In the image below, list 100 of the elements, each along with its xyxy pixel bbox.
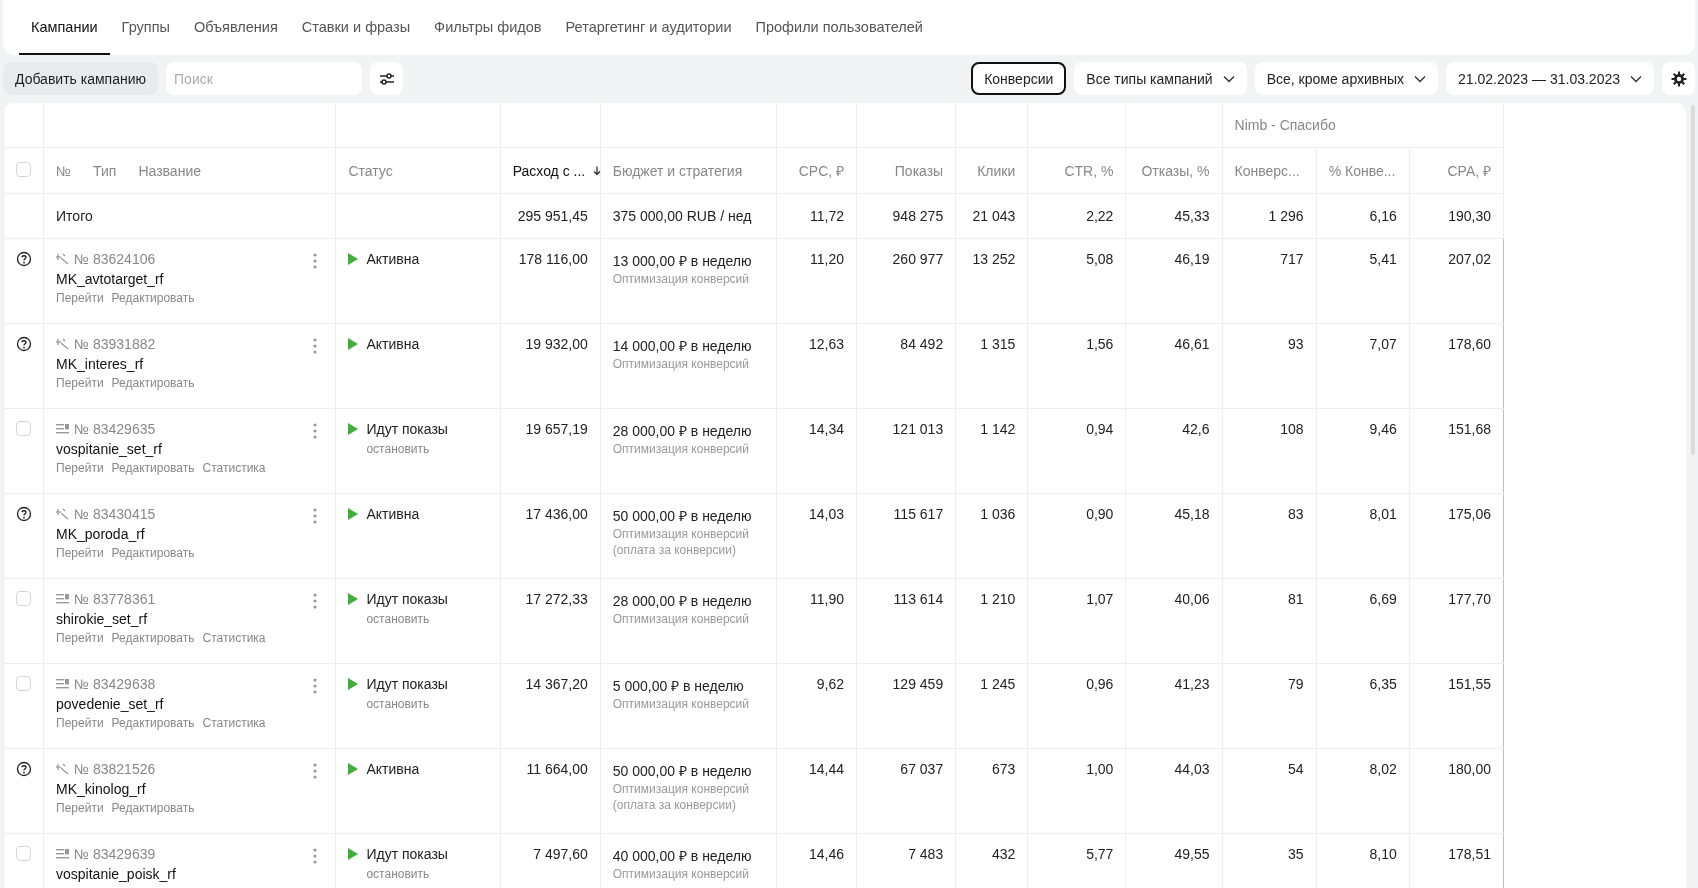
action-link[interactable]: Редактировать [111, 801, 195, 815]
campaign-name[interactable]: MK_avtotarget_rf [56, 271, 324, 287]
tab[interactable]: Ставки и фразы [289, 0, 423, 55]
table-cell: 14,34 [776, 408, 857, 494]
action-link[interactable]: Перейти [56, 376, 104, 390]
help-icon[interactable] [16, 506, 32, 522]
action-link[interactable]: Редактировать [111, 376, 195, 390]
campaign-name[interactable]: MK_interes_rf [56, 356, 324, 372]
campaign-name[interactable]: vospitanie_poisk_rf [56, 866, 324, 882]
tab[interactable]: Фильтры фидов [422, 0, 554, 55]
campaign-name[interactable]: vospitanie_set_rf [56, 441, 324, 457]
conversions-button[interactable]: Конверсии [971, 62, 1067, 95]
checkbox[interactable] [16, 591, 31, 606]
campaign-name[interactable]: povedenie_set_rf [56, 696, 324, 712]
campaign-name[interactable]: MK_poroda_rf [56, 526, 324, 542]
column-header[interactable]: CTR, % [1064, 162, 1114, 179]
column-header[interactable]: Показы [894, 162, 944, 179]
budget-text: 13 000,00 ₽ в неделю [612, 252, 753, 270]
strategy-text: (оплата за конверсии) [612, 543, 737, 557]
column-header[interactable]: CPA, ₽ [1447, 163, 1491, 179]
more-icon[interactable] [313, 338, 318, 354]
checkbox[interactable] [16, 421, 31, 436]
tab[interactable]: Объявления [181, 0, 290, 55]
table-cell: 19 932,00 [500, 323, 601, 409]
action-link[interactable]: Перейти [56, 461, 104, 475]
dropdown[interactable]: Все типы кампаний [1074, 62, 1247, 95]
checkbox[interactable] [16, 676, 31, 691]
stop-link[interactable]: остановить [366, 697, 488, 711]
table-cell: 6,35 [1316, 663, 1410, 749]
column-header[interactable]: Статус [348, 162, 393, 179]
action-link[interactable]: Редактировать [111, 716, 195, 730]
dropdown[interactable]: 21.02.2023 — 31.03.2023 [1446, 62, 1654, 95]
action-link[interactable]: Статистика [202, 716, 266, 730]
action-link[interactable]: Редактировать [111, 631, 195, 645]
settings-button[interactable] [1662, 62, 1695, 95]
list-icon [56, 678, 71, 690]
table-cell: 11 664,00 [500, 748, 601, 834]
filter-button[interactable] [370, 62, 404, 95]
stop-link[interactable]: остановить [366, 442, 488, 456]
action-link[interactable]: Редактировать [111, 461, 195, 475]
column-header[interactable]: Клики [977, 162, 1016, 179]
table-cell: 948 275 [856, 193, 956, 239]
table-cell: 7,07 [1316, 323, 1410, 409]
more-icon[interactable] [313, 253, 318, 269]
budget-text: 50 000,00 ₽ в неделю [612, 507, 753, 525]
play-icon [348, 763, 359, 775]
column-header[interactable]: Название [138, 162, 201, 179]
table-cell: 115 617 [856, 493, 956, 579]
status-text: Активна [366, 761, 420, 777]
budget-text: 50 000,00 ₽ в неделю [612, 762, 753, 780]
table-cell: 8,02 [1316, 748, 1410, 834]
tab[interactable]: Профили пользователей [743, 0, 935, 55]
more-icon[interactable] [313, 423, 318, 439]
strategy-text: Оптимизация конверсий [612, 867, 750, 881]
checkbox[interactable] [16, 161, 31, 177]
table-cell: 14 367,20 [500, 663, 601, 749]
strategy-text: (оплата за конверсии) [612, 798, 737, 812]
column-header[interactable]: № [56, 162, 72, 179]
campaign-number: № 83429639 [74, 846, 156, 862]
table-cell: 0,90 [1027, 493, 1126, 579]
add-campaign-button[interactable]: Добавить кампанию [3, 62, 159, 95]
tab[interactable]: Группы [109, 0, 182, 55]
campaign-name[interactable]: MK_kinolog_rf [56, 781, 324, 797]
help-icon[interactable] [16, 336, 32, 352]
action-link[interactable]: Редактировать [111, 291, 195, 305]
status-text: Идут показы [366, 846, 448, 862]
more-icon[interactable] [313, 508, 318, 524]
list-icon [56, 848, 71, 860]
action-link[interactable]: Перейти [56, 546, 104, 560]
table-cell: 295 951,45 [500, 193, 601, 239]
stop-link[interactable]: остановить [366, 867, 488, 881]
table-cell: 5,41 [1316, 238, 1410, 324]
column-header[interactable]: CPC, ₽ [798, 163, 845, 179]
dropdown[interactable]: Все, кроме архивных [1254, 62, 1439, 95]
action-link[interactable]: Статистика [202, 631, 266, 645]
action-link[interactable]: Перейти [56, 801, 104, 815]
campaign-name[interactable]: shirokie_set_rf [56, 611, 324, 627]
stop-link[interactable]: остановить [366, 612, 488, 626]
column-header[interactable]: Тип [93, 162, 117, 179]
play-icon [348, 253, 359, 265]
table-cell: 178,60 [1409, 323, 1504, 409]
table-cell: 113 614 [856, 578, 956, 664]
help-icon[interactable] [16, 761, 32, 777]
action-link[interactable]: Перейти [56, 716, 104, 730]
action-link[interactable]: Перейти [56, 631, 104, 645]
help-icon[interactable] [16, 251, 32, 267]
tab[interactable]: Кампании [19, 0, 110, 55]
more-icon[interactable] [313, 593, 318, 609]
checkbox[interactable] [16, 846, 31, 861]
strategy-text: Оптимизация конверсий [612, 697, 750, 711]
action-link[interactable]: Перейти [56, 291, 104, 305]
more-icon[interactable] [313, 848, 318, 864]
caret-icon [1630, 74, 1642, 83]
tab[interactable]: Ретаргетинг и аудитории [553, 0, 744, 55]
strategy-text: Оптимизация конверсий [612, 527, 750, 541]
search-field[interactable]: Поиск [166, 62, 363, 95]
more-icon[interactable] [313, 678, 318, 694]
action-link[interactable]: Статистика [202, 461, 266, 475]
action-link[interactable]: Редактировать [111, 546, 195, 560]
more-icon[interactable] [313, 763, 318, 779]
